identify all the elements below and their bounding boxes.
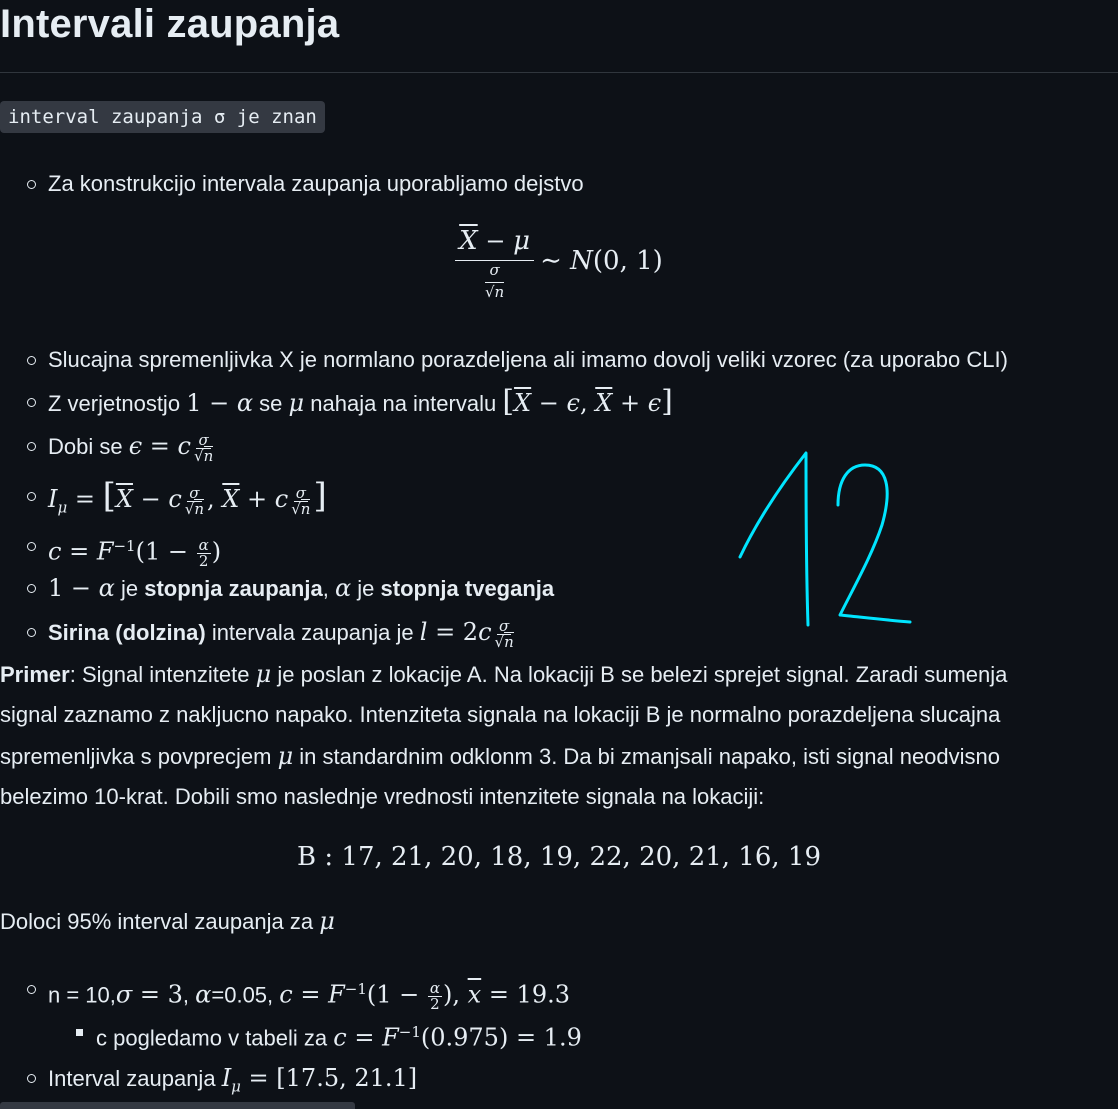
paragraph-text: in standardnim odklonm 3. Da bi zmanjsal… xyxy=(299,744,1001,769)
page-title: Intervali zaupanja xyxy=(0,2,340,46)
list-item-text: =0.05, xyxy=(211,982,280,1008)
example-paragraph-line: belezimo 10-krat. Dobili smo naslednje v… xyxy=(0,776,1118,818)
list-item: n = 10,σ = 3, α=0.05, c = F−1(1 − α 2), x… xyxy=(27,974,570,1012)
sub-list-item: c pogledamo v tabeli za c = F−1(0.975) =… xyxy=(76,1017,582,1053)
data-values-formula: B : 17, 21, 20, 18, 19, 22, 20, 21, 16, … xyxy=(0,842,1118,872)
list-item-text: Z verjetnostjo xyxy=(48,391,181,416)
list-item-text: Dobi se xyxy=(48,434,123,459)
list-item-text: Za konstrukcijo intervala zaupanja upora… xyxy=(48,171,584,196)
list-item-text: Slucajna spremenljivka X je normlano por… xyxy=(48,347,1008,372)
term-width: Sirina (dolzina) xyxy=(48,620,206,645)
handwritten-annotation xyxy=(738,451,912,627)
example-label: Primer xyxy=(0,662,70,687)
list-item: Dobi se ϵ = c σ √n xyxy=(26,431,216,465)
list-item: Iμ = [X − c σ √n, X + c σ √n] xyxy=(27,479,327,522)
list-item-text: , xyxy=(182,982,196,1008)
paragraph-text: spremenljivka s povprecjem xyxy=(0,744,272,769)
formula-fraction: X − μ σ √n xyxy=(455,226,534,301)
list-item-text: Interval zaupanja xyxy=(48,1066,216,1091)
list-item: c = F−1(1 − α 2) xyxy=(26,531,221,569)
code-block-edge xyxy=(0,1102,355,1109)
list-item-text: se xyxy=(259,391,283,416)
paragraph-text: belezimo 10-krat. Dobili smo naslednje v… xyxy=(0,784,765,809)
list-item: Z verjetnostjo 1 − α se μ nahaja na inte… xyxy=(27,384,673,419)
list-item-text: nahaja na intervalu xyxy=(310,391,497,416)
list-item-text: n = 10, xyxy=(48,982,116,1008)
example-paragraph-line: spremenljivka s povprecjem μ in standard… xyxy=(0,742,1001,770)
paragraph-text: signal zaznamo z nakljucno napako. Inten… xyxy=(0,702,1001,727)
list-item-text: intervala zaupanja je xyxy=(211,620,414,645)
heading-divider xyxy=(0,72,1118,73)
example-paragraph-line: Primer: Signal intenzitete μ je poslan z… xyxy=(0,660,1008,688)
list-item-text: c pogledamo v tabeli za xyxy=(96,1025,328,1051)
list-item-text: je xyxy=(120,576,139,601)
question-line: Doloci 95% interval zaupanja za μ xyxy=(0,907,335,935)
term-risk-level: stopnja tveganja xyxy=(380,576,555,601)
list-item-text: je xyxy=(357,576,375,601)
paragraph-text: Doloci 95% interval zaupanja za xyxy=(0,909,314,934)
example-paragraph-line: signal zaznamo z nakljucno napako. Inten… xyxy=(0,694,1118,736)
display-formula-standardization: X − μ σ √n ∼ N(0, 1) xyxy=(0,226,1118,301)
list-item: Za konstrukcijo intervala zaupanja upora… xyxy=(27,169,584,199)
inline-code-label: interval zaupanja σ je znan xyxy=(0,101,325,133)
list-item: Interval zaupanja Iμ = [17.5, 21.1] xyxy=(26,1063,417,1101)
paragraph-text: : Signal intenzitete xyxy=(69,662,250,687)
list-item: Sirina (dolzina) intervala zaupanja je l… xyxy=(27,617,517,651)
list-item: 1 − α je stopnja zaupanja, α je stopnja … xyxy=(26,574,555,602)
note-page: Intervali zaupanja interval zaupanja σ j… xyxy=(0,0,1118,1109)
data-values: B : 17, 21, 20, 18, 19, 22, 20, 21, 16, … xyxy=(297,842,821,872)
term-confidence-level: stopnja zaupanja xyxy=(144,576,323,601)
paragraph-text: je poslan z lokacije A. Na lokaciji B se… xyxy=(277,662,1008,687)
list-item: Slucajna spremenljivka X je normlano por… xyxy=(27,345,1008,375)
